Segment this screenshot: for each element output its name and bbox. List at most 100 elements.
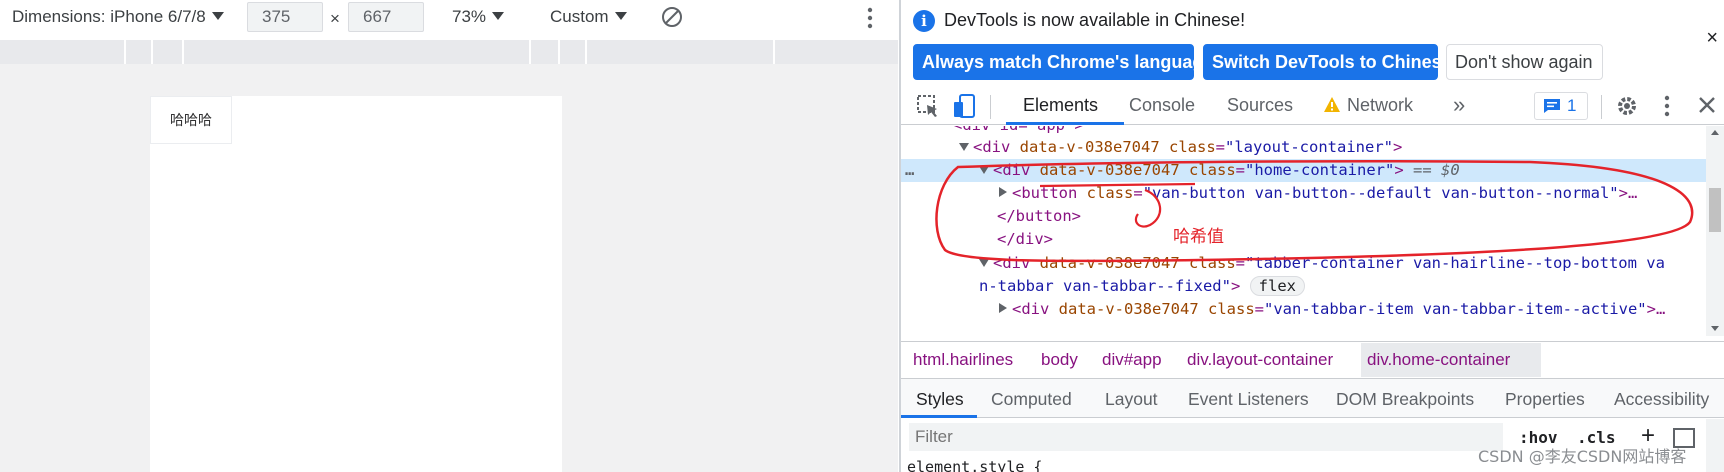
- attr-name: class: [1189, 254, 1236, 272]
- issues-count: 1: [1567, 96, 1577, 115]
- tab-computed[interactable]: Computed: [991, 389, 1072, 410]
- times-sign: ×: [330, 9, 340, 28]
- chevron-down-icon: [211, 12, 224, 20]
- attr-name: data-v-038e7047: [1039, 161, 1180, 179]
- tab-console[interactable]: Console: [1129, 95, 1195, 116]
- tag-close: >…: [1646, 300, 1666, 318]
- tab-network[interactable]: Network: [1323, 95, 1413, 116]
- tab-sources[interactable]: Sources: [1227, 95, 1293, 116]
- infobar-message: DevTools is now available in Chinese!: [944, 10, 1246, 30]
- tab-properties[interactable]: Properties: [1505, 389, 1585, 410]
- tab-elements[interactable]: Elements: [1023, 95, 1098, 116]
- devtools-panel: i DevTools is now available in Chinese! …: [901, 0, 1724, 472]
- attr-name: data-v-038e7047: [1039, 254, 1180, 272]
- inspect-element-icon[interactable]: [915, 93, 941, 124]
- settings-gear-icon[interactable]: [1615, 94, 1639, 123]
- throttle-label: Custom: [550, 7, 609, 26]
- expand-arrow-icon[interactable]: [959, 143, 969, 151]
- tree-row-button-close[interactable]: </button>: [901, 205, 1706, 228]
- tab-dom-breakpoints[interactable]: DOM Breakpoints: [1336, 389, 1474, 410]
- tag-close: >: [1393, 138, 1403, 156]
- tree-node-text: <div id="app">: [953, 126, 1084, 134]
- devtools-tabbar: Elements Console Sources Network » 1: [901, 87, 1724, 125]
- width-input[interactable]: [247, 2, 323, 32]
- issues-button[interactable]: 1: [1534, 92, 1588, 120]
- tree-row-tabber-container-wrap[interactable]: n-tabbar van-tabbar--fixed"> flex: [901, 275, 1706, 298]
- attr-name: data-v-038e7047: [1019, 138, 1160, 156]
- tab-layout[interactable]: Layout: [1105, 389, 1158, 410]
- tab-event-listeners[interactable]: Event Listeners: [1188, 389, 1309, 410]
- attr-name: class: [1169, 138, 1216, 156]
- language-infobar: i DevTools is now available in Chinese! …: [901, 0, 1724, 84]
- page-button-label: 哈哈哈: [170, 113, 212, 129]
- tree-row-layout-container[interactable]: <div data-v-038e7047 class="layout-conta…: [901, 136, 1706, 159]
- more-options-icon[interactable]: [866, 6, 874, 35]
- zoom-label: 73%: [452, 7, 487, 26]
- attr-value: "van-tabbar-item van-tabbar-item--active…: [1264, 300, 1647, 318]
- customize-menu-icon[interactable]: [1663, 94, 1671, 123]
- expand-arrow-icon[interactable]: [999, 187, 1007, 197]
- breadcrumb-item[interactable]: div#app: [1102, 350, 1162, 370]
- styles-scrollbar[interactable]: [1706, 419, 1724, 472]
- chevron-down-icon: [492, 12, 505, 20]
- tree-scrollbar[interactable]: [1706, 126, 1724, 336]
- tag-close: </div>: [997, 230, 1053, 248]
- attr-name: class: [1189, 161, 1236, 179]
- breadcrumb-item[interactable]: div.home-container: [1367, 350, 1510, 370]
- element-style-rule: element.style {: [907, 458, 1043, 472]
- tab-styles[interactable]: Styles: [916, 389, 964, 410]
- elements-tree: <div id="app"> <div data-v-038e7047 clas…: [901, 126, 1706, 336]
- device-select-label: Dimensions: iPhone 6/7/8: [12, 7, 206, 26]
- tag-close: </button>: [997, 207, 1081, 225]
- tree-row-tabber-container[interactable]: <div data-v-038e7047 class="tabber-conta…: [901, 252, 1706, 275]
- tree-row-tabbar-item[interactable]: <div data-v-038e7047 class="van-tabbar-i…: [901, 298, 1706, 321]
- device-toggle-icon[interactable]: [951, 93, 977, 124]
- tag-close: >…: [1618, 184, 1638, 202]
- device-select[interactable]: Dimensions: iPhone 6/7/8: [12, 7, 224, 27]
- height-input[interactable]: [348, 2, 424, 32]
- device-toolbar: Dimensions: iPhone 6/7/8 × 73% Custom: [0, 0, 900, 36]
- media-query-ruler[interactable]: [0, 40, 898, 64]
- tag-open: <div: [973, 138, 1011, 156]
- rotate-icon[interactable]: [660, 5, 684, 34]
- more-tabs-icon[interactable]: »: [1453, 92, 1465, 118]
- annotation-label: 哈希值: [1173, 227, 1224, 247]
- attr-name: data-v-038e7047: [1058, 300, 1199, 318]
- breadcrumb-item[interactable]: body: [1041, 350, 1078, 370]
- chevron-down-icon: [614, 12, 627, 20]
- close-devtools-icon[interactable]: [1697, 95, 1717, 120]
- breadcrumb: html.hairlines body div#app div.layout-c…: [901, 341, 1724, 377]
- breadcrumb-item[interactable]: div.layout-container: [1187, 350, 1333, 370]
- attr-value: "tabber-container van-hairline--top-bott…: [1245, 254, 1665, 272]
- tree-row-home-container[interactable]: … <div data-v-038e7047 class="home-conta…: [901, 159, 1706, 182]
- expand-arrow-icon[interactable]: [999, 303, 1007, 313]
- page-button[interactable]: 哈哈哈: [150, 96, 232, 144]
- match-language-button[interactable]: Always match Chrome's language: [913, 44, 1213, 80]
- device-screen: 哈哈哈: [150, 96, 562, 472]
- close-icon[interactable]: ×: [1706, 27, 1718, 50]
- selected-marker: == $0: [1413, 161, 1460, 179]
- attr-value: "van-button van-button--default van-butt…: [1142, 184, 1619, 202]
- attr-value: "layout-container": [1225, 138, 1393, 156]
- viewport-area: 哈哈哈: [0, 64, 898, 472]
- tag-open: <div: [993, 254, 1031, 272]
- row-menu-dots[interactable]: …: [905, 159, 914, 182]
- switch-chinese-button[interactable]: Switch DevTools to Chinese: [1203, 44, 1452, 80]
- dont-show-again-button[interactable]: Don't show again: [1446, 44, 1603, 80]
- tree-row-button[interactable]: <button class="van-button van-button--de…: [901, 182, 1706, 205]
- active-tab-indicator: [901, 415, 977, 418]
- flex-badge[interactable]: flex: [1249, 276, 1305, 296]
- expand-arrow-icon[interactable]: [979, 259, 989, 267]
- filter-input[interactable]: [909, 423, 1503, 451]
- throttle-select[interactable]: Custom: [550, 7, 627, 27]
- warning-icon: [1324, 97, 1340, 112]
- attr-value: "home-container": [1245, 161, 1395, 179]
- expand-arrow-icon[interactable]: [979, 166, 989, 174]
- tab-accessibility[interactable]: Accessibility: [1614, 389, 1709, 410]
- zoom-select[interactable]: 73%: [452, 7, 505, 27]
- tag-open: <button: [1012, 184, 1078, 202]
- tree-row-div-close[interactable]: </div>: [901, 228, 1706, 251]
- breadcrumb-item[interactable]: html.hairlines: [913, 350, 1013, 370]
- tag-open: <div: [993, 161, 1031, 179]
- attr-value: n-tabbar van-tabbar--fixed": [979, 277, 1231, 295]
